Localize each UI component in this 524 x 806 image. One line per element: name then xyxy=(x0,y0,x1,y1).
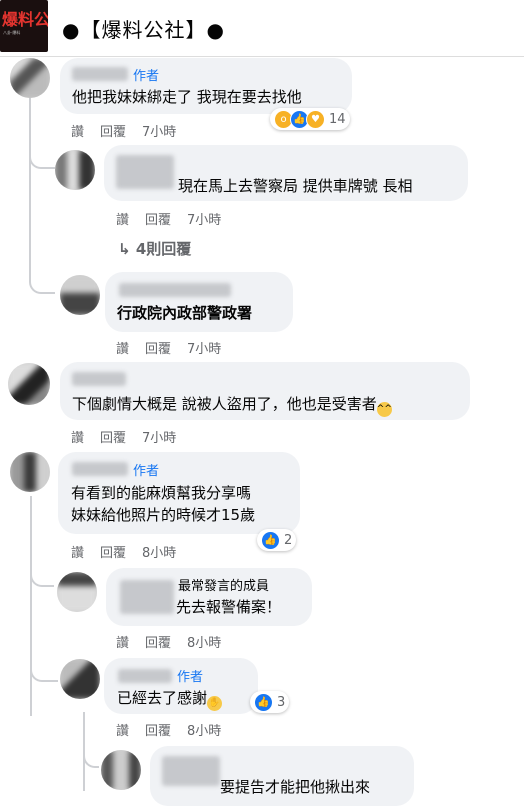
timestamp[interactable]: 7小時 xyxy=(187,213,221,228)
comment-bubble: 下個劇情大概是 說被人盜用了，他也是受害者^^ xyxy=(60,362,470,420)
reply-button[interactable]: 回覆 xyxy=(145,636,171,651)
avatar[interactable] xyxy=(10,452,50,492)
timestamp[interactable]: 7小時 xyxy=(142,125,176,140)
reply-button[interactable]: 回覆 xyxy=(145,724,171,739)
avatar[interactable] xyxy=(101,750,141,790)
reply-button[interactable]: 回覆 xyxy=(145,213,171,228)
author-badge: 作者 xyxy=(133,69,160,84)
commenter-name[interactable] xyxy=(72,67,128,81)
author-badge: 作者 xyxy=(177,670,204,685)
like-button[interactable]: 讚 xyxy=(116,213,129,228)
comment-actions: 讚 回覆 8小時 xyxy=(71,542,192,561)
reaction-summary[interactable]: 👍 2 xyxy=(257,529,297,551)
comment-bubble: 現在馬上去警察局 提供車牌號 長相 xyxy=(104,145,468,201)
comment-bubble: 作者 有看到的能麻煩幫我分享嗎 妹妹給他照片的時候才15歲 xyxy=(58,452,300,534)
laughing-emoji-icon: ^^ xyxy=(376,402,392,417)
logo-subtext: 八卦·爆料 xyxy=(3,30,21,35)
timestamp[interactable]: 8小時 xyxy=(187,724,221,739)
commenter-name[interactable] xyxy=(72,372,126,386)
comment-actions: 讚 回覆 7小時 xyxy=(71,121,192,140)
avatar[interactable] xyxy=(57,572,97,612)
like-reaction-icon: 👍 xyxy=(254,692,273,712)
reaction-count: 2 xyxy=(284,532,293,548)
comment-actions: 讚 回覆 8小時 xyxy=(116,632,237,651)
reaction-summary[interactable]: o 👍 ♥ 14 xyxy=(270,108,350,130)
timestamp[interactable]: 8小時 xyxy=(187,636,221,651)
reply-arrow-icon: ↳ xyxy=(118,240,131,258)
avatar[interactable] xyxy=(60,275,100,315)
comment-text: 下個劇情大概是 說被人盜用了，他也是受害者^^ xyxy=(72,393,392,417)
post-header: 爆料公 八卦·爆料 ●【爆料公社】● xyxy=(0,0,524,57)
commenter-name[interactable] xyxy=(162,756,220,786)
praying-hands-icon: ✋ xyxy=(207,696,223,711)
like-button[interactable]: 讚 xyxy=(71,546,84,561)
thread-connector xyxy=(30,660,58,682)
like-reaction-icon: 👍 xyxy=(261,530,280,550)
like-button[interactable]: 讚 xyxy=(116,342,129,357)
author-badge: 作者 xyxy=(133,464,160,479)
avatar[interactable] xyxy=(10,58,50,98)
comment-text: 現在馬上去警察局 提供車牌號 長相 xyxy=(178,177,413,195)
comment-bubble: 最常發言的成員 先去報警備案！ xyxy=(106,568,312,626)
timestamp[interactable]: 7小時 xyxy=(187,342,221,357)
timestamp[interactable]: 8小時 xyxy=(142,546,176,561)
thread-connector xyxy=(29,145,55,169)
avatar[interactable] xyxy=(8,363,50,405)
avatar[interactable] xyxy=(60,659,100,699)
comment-actions: 讚 回覆 7小時 xyxy=(71,427,192,446)
commenter-name[interactable] xyxy=(120,580,174,614)
comment-text-line-2: 妹妹給他照片的時候才15歲 xyxy=(71,506,256,524)
comment-text: 行政院內政部警政署 xyxy=(117,304,253,322)
thread-line xyxy=(29,96,31,282)
like-button[interactable]: 讚 xyxy=(116,636,129,651)
comment-actions: 讚 回覆 7小時 xyxy=(116,209,237,228)
thread-line xyxy=(30,496,32,716)
like-button[interactable]: 讚 xyxy=(71,431,84,446)
reaction-count: 3 xyxy=(277,694,286,710)
comment-bubble: 行政院內政部警政署 xyxy=(105,272,293,332)
reaction-count: 14 xyxy=(329,111,346,127)
view-replies-link[interactable]: ↳ 4則回覆 xyxy=(118,238,191,259)
comment-actions: 讚 回覆 7小時 xyxy=(116,338,237,357)
reaction-summary[interactable]: 👍 3 xyxy=(250,691,290,713)
commenter-name[interactable] xyxy=(72,462,128,476)
commenter-name[interactable] xyxy=(119,283,231,297)
timestamp[interactable]: 7小時 xyxy=(142,431,176,446)
comment-actions: 讚 回覆 8小時 xyxy=(116,720,237,739)
comment-text: 已經去了感謝 ✋ xyxy=(117,687,223,711)
comment-text: 先去報警備案！ xyxy=(176,598,282,616)
reply-button[interactable]: 回覆 xyxy=(145,342,171,357)
logo-text: 爆料公 xyxy=(2,10,48,29)
care-reaction-icon: ♥ xyxy=(306,109,325,129)
thread-connector xyxy=(29,262,55,294)
thread-connector xyxy=(30,565,54,587)
reply-button[interactable]: 回覆 xyxy=(100,431,126,446)
comment-bubble: 作者 已經去了感謝 ✋ xyxy=(104,658,258,714)
avatar[interactable] xyxy=(55,150,95,190)
comment-text: 他把我妹妹綁走了 我現在要去找他 xyxy=(72,88,302,106)
like-button[interactable]: 讚 xyxy=(71,125,84,140)
commenter-name[interactable] xyxy=(118,669,172,683)
commenter-name[interactable] xyxy=(116,155,174,189)
reply-button[interactable]: 回覆 xyxy=(100,546,126,561)
comment-bubble: 要提告才能把他揪出來 xyxy=(150,746,414,806)
comment-text-line-1: 有看到的能麻煩幫我分享嗎 xyxy=(71,484,252,502)
comment-bubble: 作者 他把我妹妹綁走了 我現在要去找他 xyxy=(60,58,352,114)
reply-button[interactable]: 回覆 xyxy=(100,125,126,140)
page-logo[interactable]: 爆料公 八卦·爆料 xyxy=(0,0,48,52)
thread-connector xyxy=(83,750,99,768)
like-button[interactable]: 讚 xyxy=(116,724,129,739)
page-title[interactable]: ●【爆料公社】● xyxy=(62,14,225,43)
top-commenter-badge: 最常發言的成員 xyxy=(178,579,270,594)
comment-text: 要提告才能把他揪出來 xyxy=(220,778,371,796)
